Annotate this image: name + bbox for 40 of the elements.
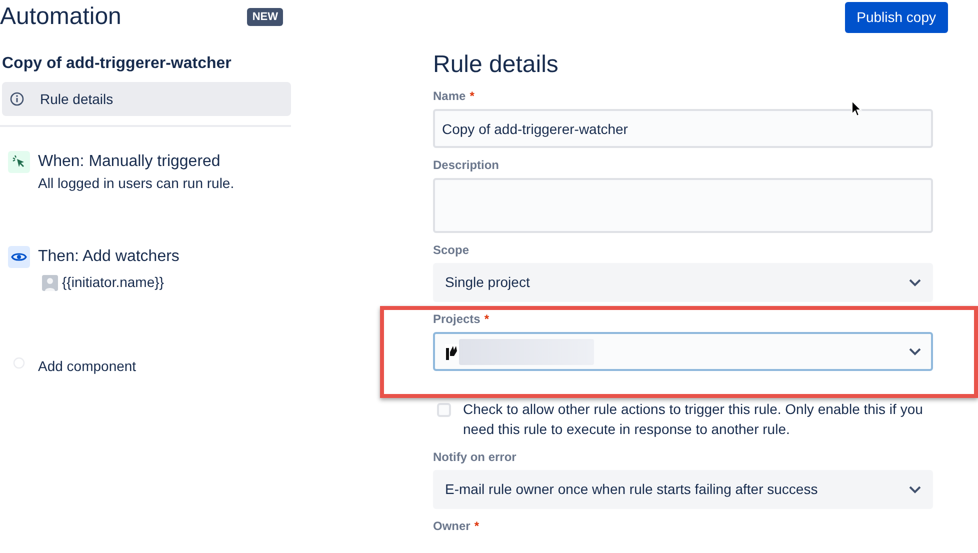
mouse-cursor-icon (851, 100, 862, 117)
form-title: Rule details (433, 50, 560, 80)
chevron-down-icon (909, 278, 921, 286)
field-label: Owner (433, 518, 470, 534)
page-title: Automation (0, 2, 122, 32)
watcher-value: {{initiator.name}} (62, 273, 164, 292)
project-select[interactable] (433, 332, 933, 371)
component-label[interactable]: Add component (38, 356, 136, 377)
checkbox[interactable] (437, 403, 451, 417)
field-label: Projects (433, 311, 480, 327)
required-asterisk: * (484, 311, 490, 327)
select-field[interactable]: Single project (433, 263, 933, 302)
cursor-click-icon (12, 155, 26, 169)
new-badge: NEW (247, 8, 283, 26)
sidebar-item[interactable]: Rule details (2, 82, 291, 116)
field-label: Description (433, 157, 500, 173)
component-title: Then: Add watchers (38, 247, 180, 267)
text-area[interactable] (433, 178, 933, 233)
rule-component[interactable]: Then: Add watchers {{initiator.name}} (0, 246, 291, 352)
rule-component[interactable]: When: Manually triggered All logged in users can run rule. (0, 149, 291, 246)
field-label: Name (433, 88, 466, 104)
chevron-down-icon (909, 348, 921, 356)
checkbox-label: Check to allow other rule actions to trigger this rule. Only enable this if you need this rule to execute in response to another rule. (463, 400, 924, 439)
field-label: Notify on error (433, 449, 516, 465)
avatar-icon (42, 274, 58, 290)
project-avatar-icon (445, 344, 459, 360)
publish-button[interactable]: Publish copy (844, 2, 948, 33)
rule-name: Copy of add-triggerer-watcher (2, 54, 232, 74)
eye-icon (11, 251, 27, 263)
required-asterisk: * (470, 88, 474, 104)
chevron-down-icon (909, 486, 921, 494)
required-asterisk: * (474, 518, 480, 534)
component-title: When: Manually triggered (38, 152, 222, 172)
info-icon (10, 92, 24, 106)
sidebar-item-label: Rule details (40, 90, 114, 108)
field-label: Scope (433, 242, 470, 258)
component-description: All logged in users can run rule. (38, 174, 234, 193)
rule-component[interactable]: Add component (0, 352, 291, 449)
select-field[interactable]: E-mail rule owner once when rule starts failing after success (433, 470, 933, 509)
text-input[interactable]: Copy of add-triggerer-watcher (433, 109, 933, 148)
